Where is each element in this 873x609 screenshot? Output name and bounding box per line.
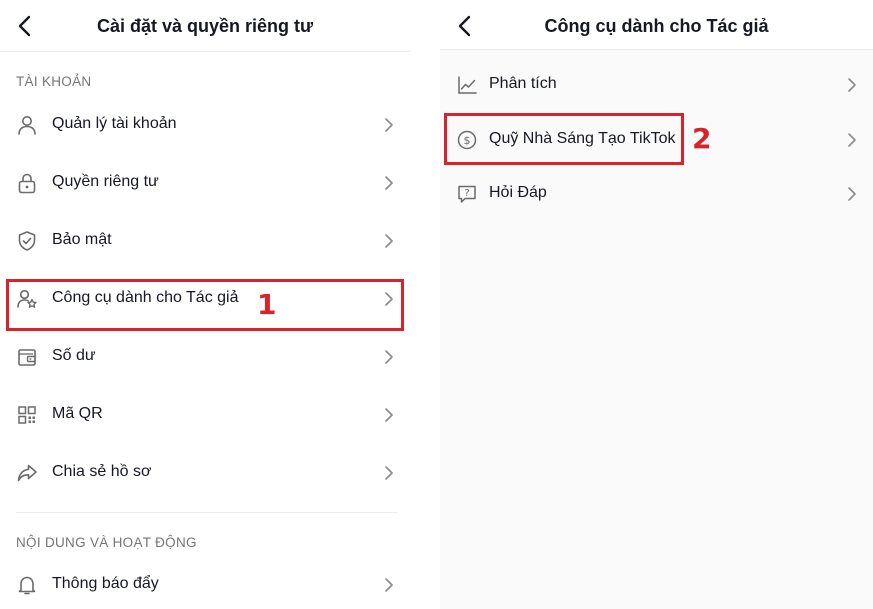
chevron-right-icon (385, 234, 393, 248)
chart-icon (458, 76, 477, 94)
page-title: Cài đặt và quyền riêng tư (96, 16, 314, 36)
menu-item-balance[interactable]: Số dư (0, 334, 410, 380)
chevron-right-icon (848, 133, 856, 147)
menu-item-security[interactable]: Bảo mật (0, 218, 410, 264)
svg-text:?: ? (464, 188, 469, 199)
step-number-2: 2 (692, 122, 712, 155)
menu-item-label: Phân tích (489, 75, 557, 92)
chevron-right-icon (385, 176, 393, 190)
menu-item-qr-code[interactable]: Mã QR (0, 392, 410, 438)
settings-privacy-panel: Cài đặt và quyền riêng tư TÀI KHOẢN Quản… (0, 0, 412, 609)
chevron-right-icon (385, 578, 393, 592)
menu-item-label: Mã QR (52, 405, 103, 422)
menu-item-label: Thông báo đẩy (52, 575, 159, 592)
chevron-right-icon (848, 78, 856, 92)
page-title: Công cụ dành cho Tác giả (544, 16, 769, 36)
menu-item-manage-account[interactable]: Quản lý tài khoản (0, 102, 410, 148)
qr-icon (18, 406, 36, 424)
creator-tools-header: Công cụ dành cho Tác giả (440, 0, 873, 50)
highlight-box-step-1 (6, 279, 404, 331)
menu-item-share-profile[interactable]: Chia sẻ hồ sơ (0, 450, 410, 496)
menu-item-analytics[interactable]: Phân tích (440, 62, 873, 108)
highlight-box-step-2 (444, 113, 684, 165)
menu-item-privacy[interactable]: Quyền riêng tư (0, 160, 410, 206)
shield-icon (18, 231, 36, 251)
menu-item-label: Số dư (52, 347, 96, 364)
person-icon (18, 116, 36, 135)
chevron-right-icon (848, 187, 856, 201)
menu-item-label: Chia sẻ hồ sơ (52, 463, 152, 480)
chevron-right-icon (385, 350, 393, 364)
section-label-account: TÀI KHOẢN (16, 74, 92, 89)
chevron-right-icon (385, 466, 393, 480)
section-divider (16, 512, 398, 513)
creator-tools-panel: Công cụ dành cho Tác giả Phân tích $ Quỹ… (440, 0, 873, 609)
panel-gap (412, 0, 440, 609)
question-bubble-icon: ? (458, 185, 476, 203)
settings-header: Cài đặt và quyền riêng tư (0, 0, 410, 52)
lock-icon (18, 173, 36, 194)
bell-icon (18, 576, 36, 595)
section-label-content-activity: NỘI DUNG VÀ HOẠT ĐỘNG (16, 535, 197, 550)
menu-item-label: Hỏi Đáp (489, 184, 547, 201)
step-number-1: 1 (257, 288, 277, 321)
menu-item-qa[interactable]: ? Hỏi Đáp (440, 171, 873, 217)
wallet-icon (18, 349, 36, 366)
menu-item-push-notifications[interactable]: Thông báo đẩy (0, 562, 410, 608)
menu-item-label: Bảo mật (52, 231, 112, 248)
menu-item-label: Quyền riêng tư (52, 173, 159, 190)
menu-item-label: Quản lý tài khoản (52, 115, 177, 132)
share-icon (17, 464, 37, 482)
chevron-right-icon (385, 408, 393, 422)
chevron-right-icon (385, 118, 393, 132)
